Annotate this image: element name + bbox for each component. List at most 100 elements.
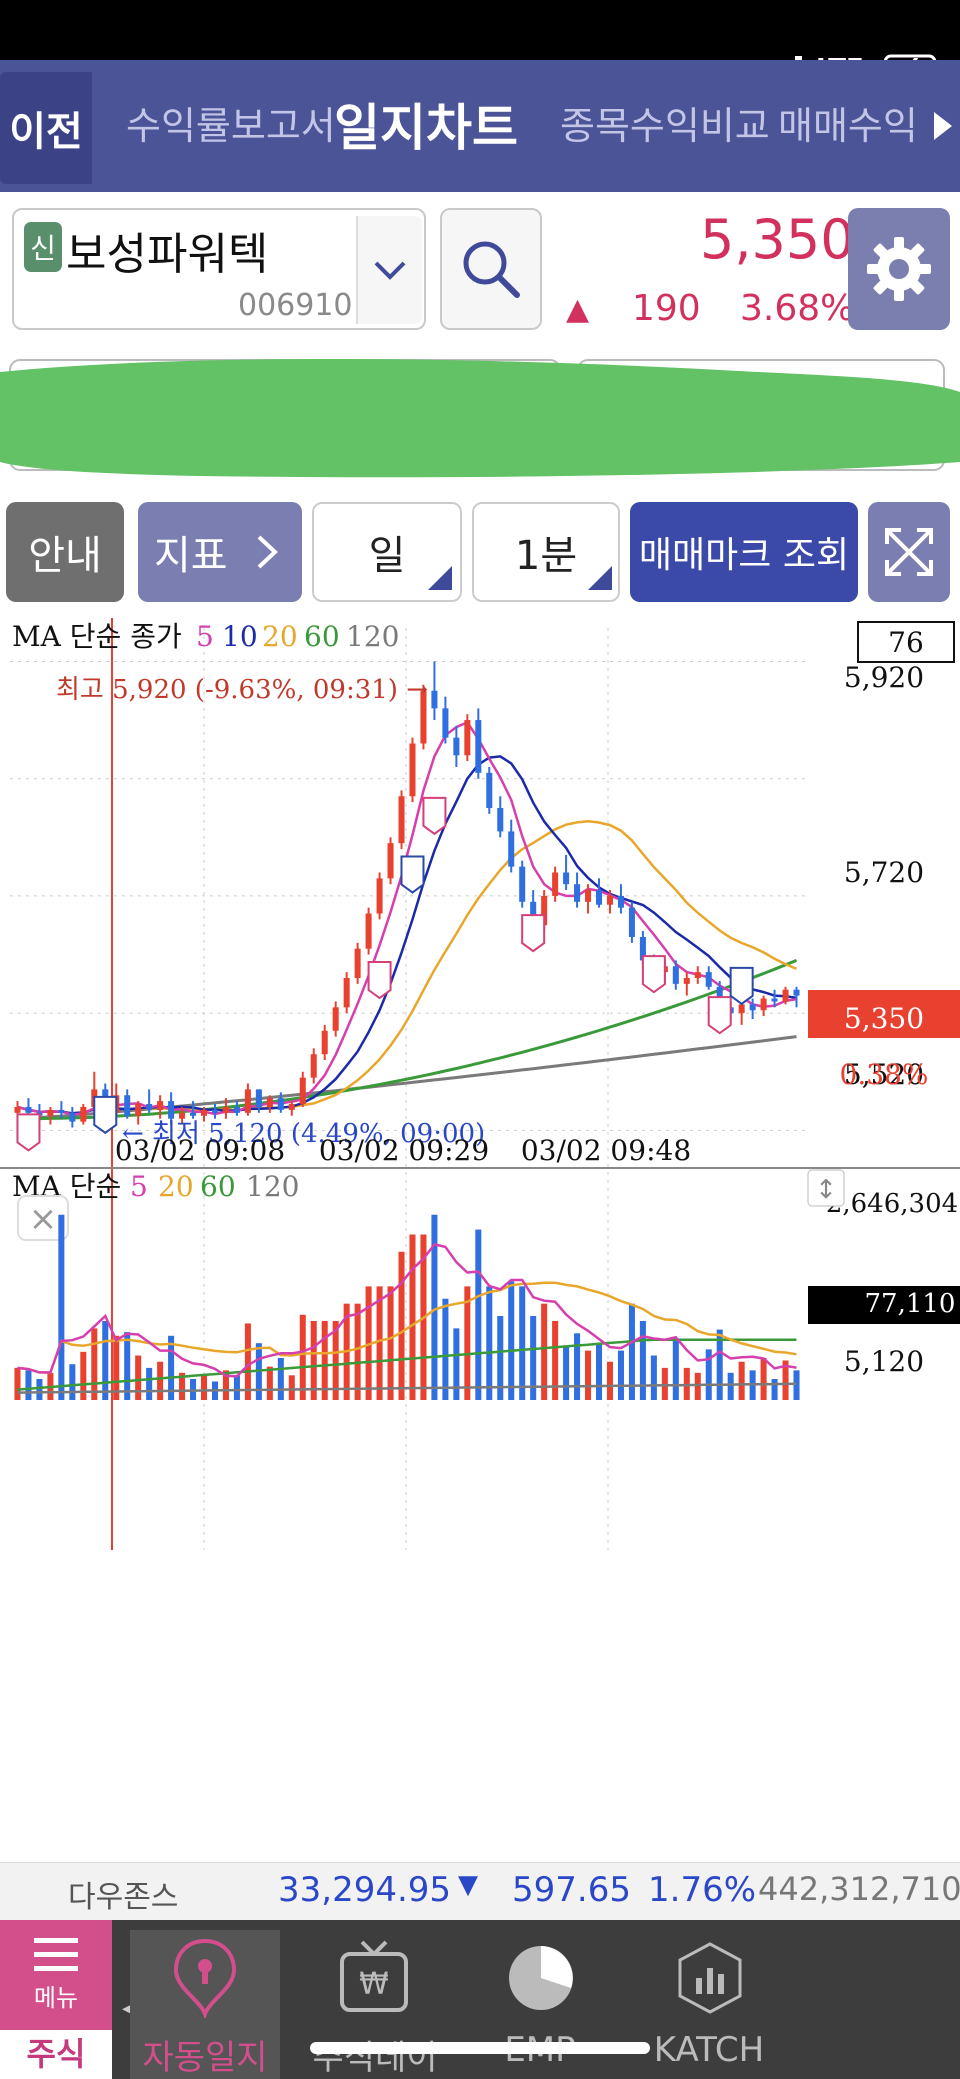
candle-body	[25, 1106, 32, 1113]
volume-bar	[661, 1367, 668, 1400]
volume-bar	[639, 1320, 646, 1400]
nav-label: KATCH	[653, 2030, 765, 2070]
new-badge: 신	[24, 222, 62, 272]
tab-stock-compare[interactable]: 종목수익비교	[560, 95, 770, 150]
candle-body	[211, 1109, 219, 1113]
high-annotation: 최고 5,920 (-9.63%, 09:31) →	[56, 675, 428, 705]
volume-legend-period: 5	[130, 1170, 148, 1203]
volume-bar	[146, 1367, 153, 1400]
candle-body	[694, 972, 701, 978]
down-arrow-icon: ▼	[458, 1870, 478, 1900]
back-button[interactable]: 이전	[0, 72, 92, 184]
redacted-area	[0, 352, 960, 488]
candle-body	[47, 1109, 54, 1116]
tab-trade-profit[interactable]: 매매수익	[778, 95, 918, 150]
count-box-label: 76	[888, 626, 924, 659]
candle-body	[617, 895, 624, 908]
volume-bar	[354, 1303, 361, 1400]
volume-bar	[453, 1328, 460, 1400]
volume-bar	[585, 1350, 592, 1400]
candle-body	[343, 978, 350, 1008]
volume-bar	[606, 1361, 614, 1400]
nav-item-stock-day[interactable]: ₩ 주식데이	[300, 1930, 450, 2079]
svg-text:₩: ₩	[359, 1967, 389, 2002]
volume-ma60-line	[17, 1338, 797, 1391]
candle-body	[14, 1106, 21, 1113]
gear-icon	[867, 237, 931, 301]
trade-mark-button[interactable]: 매매마크 조회	[630, 502, 858, 602]
x-axis-label: 03/02 09:48	[521, 1134, 691, 1167]
buy-marker	[16, 1113, 41, 1152]
candle-body	[354, 948, 361, 978]
volume-bar	[135, 1355, 142, 1400]
hamburger-icon	[34, 1937, 78, 1971]
candle-body	[606, 895, 614, 905]
candle-body	[771, 998, 778, 1002]
settings-button[interactable]	[848, 208, 950, 330]
volume-bar	[91, 1328, 98, 1400]
nav-item-auto-journal[interactable]: 자동일지	[130, 1930, 280, 2079]
ticker-change: 597.65	[512, 1870, 631, 1910]
app-root: 11:00 LTE 이전 수익률보고서 일지차트 종목수익비교 매매수익 신 보…	[0, 0, 960, 2079]
search-button[interactable]	[440, 208, 542, 330]
volume-bar	[595, 1344, 603, 1400]
nav-item-katch[interactable]: KATCH	[634, 1930, 784, 2079]
volume-bar	[277, 1358, 284, 1400]
volume-bar	[398, 1251, 405, 1400]
candle-body	[508, 831, 515, 867]
indicator-button[interactable]: 지표	[138, 502, 302, 602]
tv-won-icon: ₩	[340, 1940, 408, 2012]
dropdown-corner-icon	[428, 566, 452, 590]
nav-item-emp[interactable]: EMP	[465, 1930, 615, 2079]
katch-icon	[678, 1942, 742, 2014]
volume-bar	[102, 1320, 109, 1400]
candle-body	[585, 890, 592, 902]
volume-bar	[738, 1361, 745, 1400]
last-price-label: 5,350	[844, 1002, 924, 1035]
ticker-value: 33,294.95	[278, 1870, 452, 1910]
tab-journal-chart[interactable]: 일지차트	[334, 88, 518, 160]
tab-return-report[interactable]: 수익률보고서	[126, 95, 336, 150]
ticker-change-pct: 1.76%	[648, 1870, 757, 1910]
marker-shape	[400, 855, 425, 894]
candle-body	[574, 884, 581, 902]
volume-bar	[760, 1358, 767, 1400]
legend-period: 60	[304, 620, 340, 653]
candle-body	[233, 1106, 240, 1113]
volume-value-label: 77,110	[865, 1289, 956, 1319]
interval-label: 1분	[514, 533, 578, 579]
volume-bar	[672, 1338, 679, 1400]
volume-y-label: 2,646,304	[826, 1189, 958, 1219]
candle-body	[442, 708, 449, 738]
candle-body	[552, 872, 559, 896]
volume-bar	[563, 1345, 570, 1400]
volume-bar	[574, 1333, 581, 1400]
stock-dropdown-button[interactable]	[356, 216, 422, 324]
candle-body	[146, 1104, 153, 1110]
legend-period: 5	[196, 620, 214, 653]
volume-bar	[431, 1214, 438, 1400]
menu-button[interactable]: 메뉴	[0, 1920, 112, 2030]
volume-legend-period: 60	[200, 1170, 236, 1203]
volume-bar	[25, 1370, 32, 1400]
ticker-name: 다우존스	[68, 1880, 179, 1915]
marker-shape	[521, 914, 546, 953]
candle-body	[628, 907, 635, 937]
volume-bar	[387, 1286, 394, 1400]
candle-body	[69, 1112, 76, 1122]
candle-body	[200, 1109, 208, 1116]
candle-body	[387, 843, 394, 879]
chevron-right-icon[interactable]	[934, 112, 952, 140]
candle-body	[321, 1030, 328, 1055]
marker-shape	[422, 796, 447, 836]
buy-marker	[367, 961, 392, 1000]
price-chart[interactable]: MA 단순 종가 5 10 20 60 120최고 5,920 (-9.63%, 09:3…	[0, 618, 960, 1550]
guide-button[interactable]: 안내	[6, 502, 124, 602]
candle-body	[376, 878, 383, 914]
volume-bar	[771, 1379, 778, 1400]
volume-bar	[14, 1367, 21, 1400]
candle-body	[409, 743, 416, 797]
volume-bar	[519, 1286, 526, 1400]
expand-button[interactable]	[868, 502, 950, 602]
stock-tab[interactable]: 주식	[0, 2030, 112, 2079]
